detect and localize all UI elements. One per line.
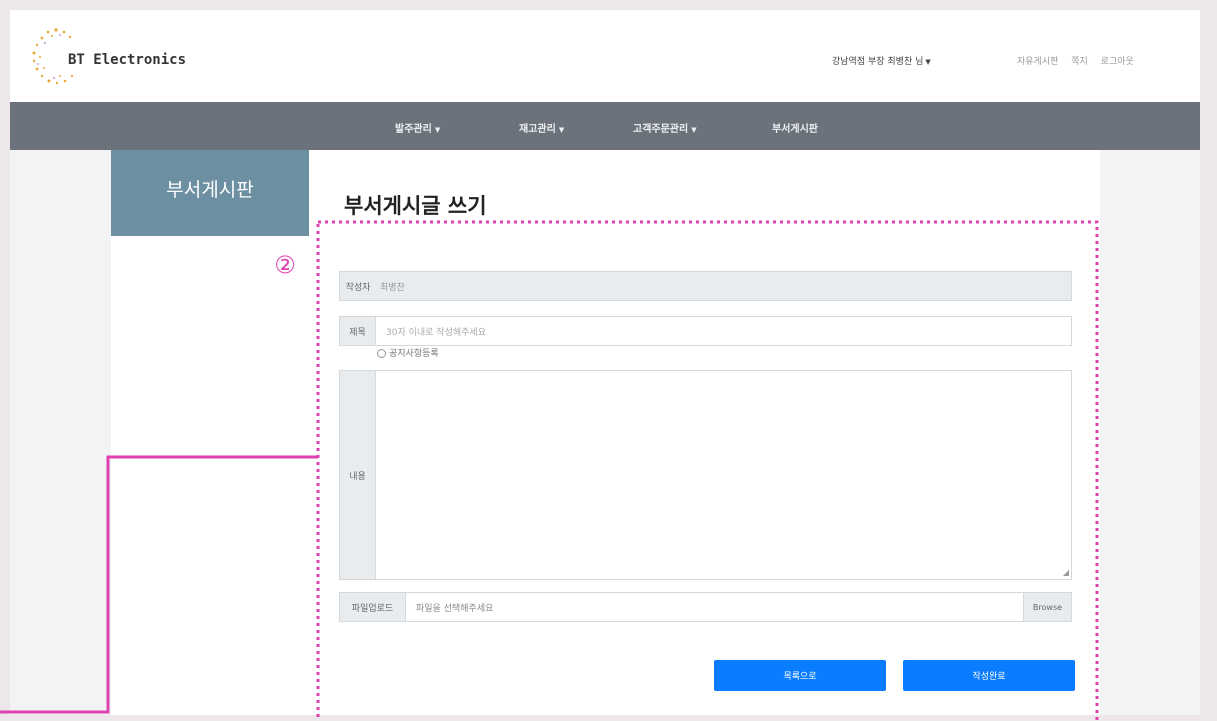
list-button[interactable]: 목록으로	[714, 660, 886, 691]
site-header: BT Electronics 강남역점 부장 최병찬 님 ▼ 자유게시판 쪽지 로…	[10, 10, 1200, 102]
submit-button[interactable]: 작성완료	[903, 660, 1075, 691]
resize-grip-icon[interactable]: ◢	[1063, 569, 1069, 577]
user-menu-label: 강남역점 부장 최병찬 님	[832, 57, 924, 67]
message-link[interactable]: 쪽지	[1071, 57, 1088, 67]
content-label: 내용	[340, 371, 376, 579]
notice-label: 공지사항등록	[389, 349, 439, 359]
author-field: 작성자 최병찬	[339, 271, 1072, 301]
nav-item-dept-board[interactable]: 부서게시판	[772, 120, 818, 135]
browser-viewport: BT Electronics 강남역점 부장 최병찬 님 ▼ 자유게시판 쪽지 로…	[10, 10, 1200, 715]
user-menu[interactable]: 강남역점 부장 최병찬 님 ▼	[832, 54, 931, 67]
sidebar-title: 부서게시판	[111, 150, 309, 236]
utility-links: 자유게시판 쪽지 로그아웃	[1017, 54, 1144, 67]
caret-down-icon: ▼	[434, 126, 441, 134]
subject-label: 제목	[340, 317, 376, 345]
upload-placeholder: 파일을 선택해주세요	[416, 604, 494, 614]
nav-item-order[interactable]: 발주관리 ▼	[395, 120, 440, 135]
brand-name[interactable]: BT Electronics	[68, 52, 186, 68]
main-content: 부서게시글 쓰기 작성자 최병찬 제목 30자 이내로 작성해주세요 공지사항등…	[309, 150, 1100, 715]
caret-down-icon: ▼	[558, 126, 565, 134]
nav-item-label: 재고관리	[519, 124, 556, 135]
file-upload-field[interactable]: 파일업로드 파일을 선택해주세요 Browse	[339, 592, 1072, 622]
subject-input[interactable]: 30자 이내로 작성해주세요	[386, 325, 486, 338]
caret-down-icon: ▼	[691, 126, 697, 134]
logout-link[interactable]: 로그아웃	[1101, 57, 1134, 67]
subject-field[interactable]: 제목 30자 이내로 작성해주세요	[339, 316, 1072, 346]
browse-button[interactable]: Browse	[1023, 593, 1071, 621]
caret-down-icon: ▼	[925, 58, 931, 66]
checkbox-icon	[377, 349, 386, 358]
content-field[interactable]: 내용 ◢	[339, 370, 1072, 580]
upload-label: 파일업로드	[340, 593, 406, 621]
main-navbar: 발주관리 ▼ 재고관리 ▼ 고객주문관리 ▼ 부서게시판	[10, 102, 1200, 150]
nav-item-label: 발주관리	[395, 124, 432, 135]
nav-item-customer-order[interactable]: 고객주문관리 ▼	[633, 120, 697, 135]
nav-item-label: 부서게시판	[772, 124, 818, 135]
sidebar: 부서게시판	[111, 150, 309, 715]
free-board-link[interactable]: 자유게시판	[1017, 57, 1058, 67]
author-label: 작성자	[340, 272, 376, 300]
author-value: 최병찬	[380, 283, 405, 293]
nav-item-label: 고객주문관리	[633, 124, 689, 135]
nav-item-inventory[interactable]: 재고관리 ▼	[519, 120, 564, 135]
annotation-marker: ②	[274, 251, 296, 279]
notice-checkbox[interactable]: 공지사항등록	[377, 346, 439, 359]
page-title: 부서게시글 쓰기	[344, 194, 487, 218]
